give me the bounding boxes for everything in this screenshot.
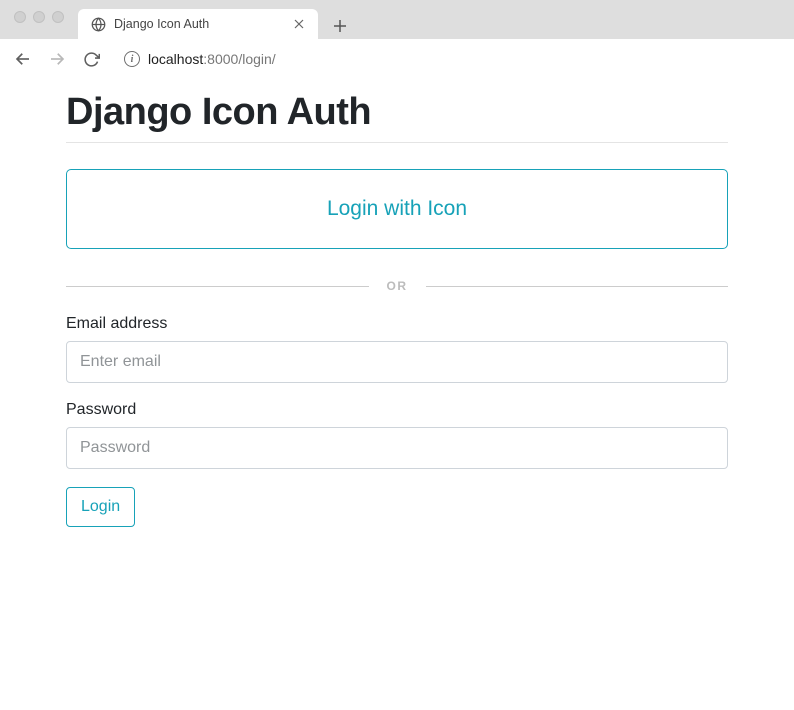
globe-icon	[90, 16, 106, 32]
window-minimize-dot[interactable]	[33, 11, 45, 23]
forward-button[interactable]	[46, 48, 68, 70]
url-path: /login/	[238, 51, 275, 67]
url-bar[interactable]: i localhost:8000/login/	[114, 45, 782, 73]
password-field[interactable]	[66, 427, 728, 469]
tab-title: Django Icon Auth	[114, 17, 284, 31]
page-content: Django Icon Auth Login with Icon OR Emai…	[0, 79, 794, 527]
email-group: Email address	[66, 315, 728, 383]
browser-tab[interactable]: Django Icon Auth	[78, 9, 318, 39]
browser-toolbar: i localhost:8000/login/	[0, 39, 794, 79]
url-text: localhost:8000/login/	[148, 51, 276, 67]
reload-button[interactable]	[80, 48, 102, 70]
window-maximize-dot[interactable]	[52, 11, 64, 23]
password-label: Password	[66, 401, 728, 419]
page-title: Django Icon Auth	[66, 91, 728, 143]
email-label: Email address	[66, 315, 728, 333]
info-icon[interactable]: i	[124, 51, 140, 67]
browser-chrome: Django Icon Auth	[0, 0, 794, 79]
tab-bar: Django Icon Auth	[0, 0, 794, 39]
close-icon[interactable]	[292, 17, 306, 31]
url-host: localhost	[148, 51, 203, 67]
divider-line-right	[426, 286, 729, 287]
window-close-dot[interactable]	[14, 11, 26, 23]
login-with-icon-button[interactable]: Login with Icon	[66, 169, 728, 249]
divider: OR	[66, 279, 728, 293]
window-controls	[0, 0, 78, 23]
back-button[interactable]	[12, 48, 34, 70]
url-port: :8000	[203, 51, 238, 67]
divider-text: OR	[369, 279, 426, 293]
new-tab-button[interactable]	[326, 13, 354, 39]
password-group: Password	[66, 401, 728, 469]
email-field[interactable]	[66, 341, 728, 383]
login-button[interactable]: Login	[66, 487, 135, 527]
divider-line-left	[66, 286, 369, 287]
